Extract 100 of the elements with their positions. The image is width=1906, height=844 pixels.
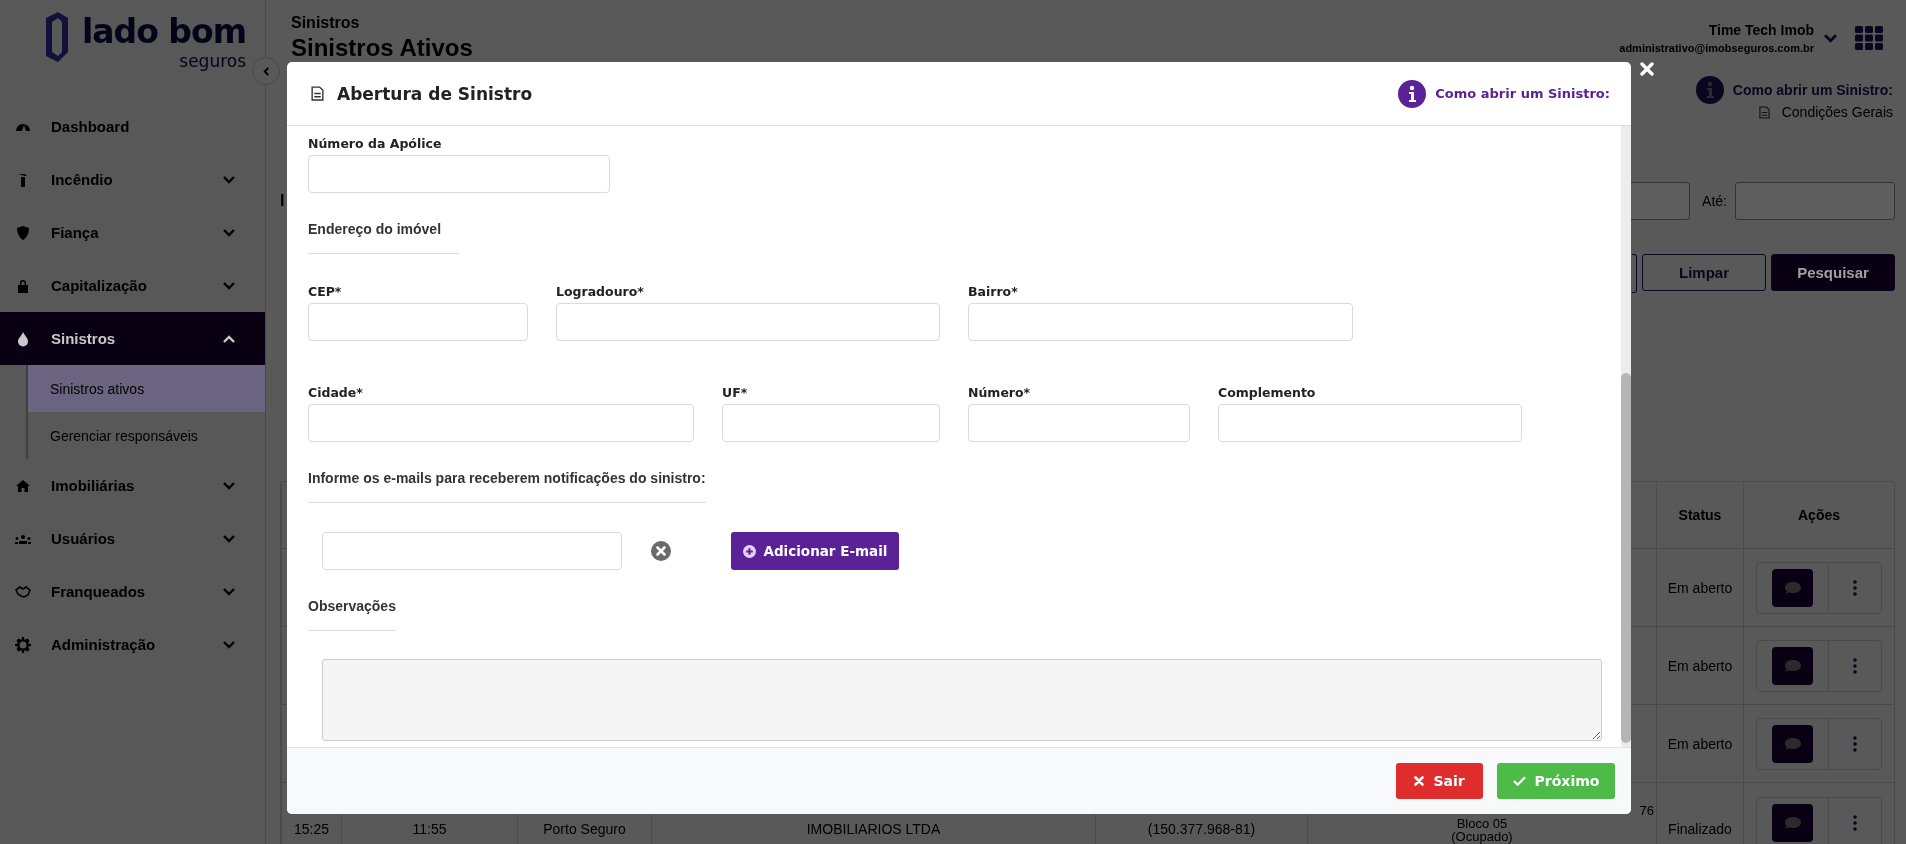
status-cell: Em aberto <box>1667 735 1733 752</box>
document-icon <box>1758 105 1770 119</box>
address-line: (Ocupado) <box>1451 830 1513 843</box>
section-heading: Endereço do imóvel <box>308 221 460 254</box>
field-label: Logradouro* <box>556 284 645 299</box>
speech-bubble-icon <box>1783 736 1802 751</box>
chevron-left-icon <box>262 66 270 76</box>
filter-label: I <box>280 192 285 210</box>
table-cell: 11:55 <box>412 821 447 837</box>
document-link[interactable]: Condições Gerais <box>1781 104 1893 120</box>
text-input[interactable] <box>308 303 528 341</box>
plus-circle-icon <box>742 544 756 558</box>
column-header: Ações <box>1743 482 1894 548</box>
text-input[interactable] <box>968 404 1190 442</box>
comment-button[interactable] <box>1772 646 1813 685</box>
filter-button[interactable]: Limpar <box>1642 254 1766 291</box>
gear-icon <box>15 636 31 653</box>
status-cell: Em aberto <box>1667 657 1733 674</box>
chevron-down-icon <box>223 640 235 649</box>
address-line: Bloco 05 <box>1456 817 1508 830</box>
remove-icon[interactable] <box>651 541 671 561</box>
breadcrumb[interactable]: Sinistros <box>291 14 473 32</box>
table-cell: (150.377.968-81) <box>1147 821 1256 837</box>
exit-button[interactable]: Sair <box>1396 763 1483 799</box>
email-input[interactable] <box>322 532 622 570</box>
table-cell: Porto Seguro <box>543 821 626 837</box>
table-cell: IMOBILIARIOS LTDA <box>806 821 941 837</box>
text-input[interactable] <box>1218 404 1522 442</box>
kebab-icon <box>1853 735 1857 752</box>
notes-textarea[interactable] <box>322 659 1602 741</box>
field-label: Número* <box>968 385 1032 400</box>
logo-tagline: seguros <box>179 52 247 70</box>
sidebar-item[interactable]: Usuários <box>0 512 265 565</box>
info-icon <box>1695 76 1724 104</box>
chevron-down-icon <box>223 175 235 184</box>
chevron-down-icon <box>223 587 235 596</box>
section-heading: Informe os e-mails para receberem notificações do sinistro: <box>308 470 706 503</box>
close-icon[interactable] <box>1640 62 1654 76</box>
next-button[interactable]: Próximo <box>1497 763 1615 799</box>
sidebar-item[interactable]: Incêndio <box>0 153 265 206</box>
kebab-icon <box>1853 815 1857 831</box>
status-cell: Finalizado <box>1668 821 1732 837</box>
help-link[interactable]: Como abrir um Sinistro: <box>1435 86 1610 101</box>
chevron-down-icon <box>223 534 235 543</box>
text-input[interactable] <box>968 303 1353 341</box>
filter-button[interactable] <box>1632 254 1637 293</box>
logo-wordmark: lado bom <box>82 12 247 52</box>
sidebar-item[interactable]: Administração <box>0 618 265 671</box>
filter-button[interactable]: Pesquisar <box>1771 254 1895 291</box>
speech-bubble-icon <box>1783 816 1802 830</box>
sidebar-item[interactable]: Franqueados <box>0 565 265 618</box>
chevron-down-icon[interactable] <box>1824 33 1837 43</box>
field-label: Complemento <box>1218 385 1317 400</box>
chevron-down-icon <box>223 228 235 237</box>
modal-title: Abertura de Sinistro <box>337 83 533 104</box>
speech-bubble-icon <box>1783 580 1802 595</box>
chevron-down-icon <box>223 281 235 290</box>
flame-icon <box>15 330 31 347</box>
text-input[interactable] <box>556 303 940 341</box>
sidebar-item[interactable]: Dashboard <box>0 100 265 153</box>
comment-button[interactable] <box>1772 804 1813 842</box>
field-label: Cidade* <box>308 385 364 400</box>
comment-button[interactable] <box>1772 724 1813 763</box>
page-title: Sinistros Ativos <box>291 34 473 62</box>
submenu-item[interactable]: Gerenciar responsáveis <box>28 412 265 459</box>
kebab-icon <box>1853 657 1857 674</box>
date-to-label: Até: <box>1702 193 1727 209</box>
shield-icon <box>15 224 31 241</box>
text-input[interactable] <box>722 404 940 442</box>
comment-button[interactable] <box>1772 568 1813 607</box>
house-icon <box>15 477 31 494</box>
column-header: Status <box>1656 482 1743 548</box>
sidebar-item[interactable]: Sinistros <box>0 312 265 365</box>
sidebar-item[interactable]: Imobiliárias <box>0 459 265 512</box>
date-to-field[interactable] <box>1735 182 1895 220</box>
field-label: UF* <box>722 385 749 400</box>
status-cell: Em aberto <box>1667 579 1733 596</box>
address-line: 76 <box>1639 804 1654 817</box>
add-email-button[interactable]: Adicionar E-mail <box>731 532 899 570</box>
apps-grid-icon[interactable] <box>1855 26 1883 50</box>
date-from-field[interactable] <box>1629 182 1691 220</box>
text-input[interactable] <box>308 404 694 442</box>
scrollbar[interactable] <box>1621 126 1631 747</box>
sidebar-item[interactable]: Fiança <box>0 206 265 259</box>
field-label: Bairro* <box>968 284 1019 299</box>
kebab-icon <box>1853 579 1857 596</box>
policy-number-input[interactable] <box>308 155 610 193</box>
info-icon <box>1398 79 1427 108</box>
chevron-down-icon <box>223 481 235 490</box>
document-icon <box>311 86 324 101</box>
user-email: administrativo@imobseguros.com.br <box>1619 42 1814 54</box>
submenu-item[interactable]: Sinistros ativos <box>28 365 265 412</box>
field-label: Número da Apólice <box>308 136 442 151</box>
help-link[interactable]: Como abrir um Sinistro: <box>1732 82 1893 98</box>
check-icon <box>1512 776 1526 786</box>
lock-icon <box>15 277 31 294</box>
user-name: Time Tech Imob <box>1708 22 1814 38</box>
chevron-up-icon <box>223 334 235 343</box>
sidebar-item[interactable]: Capitalização <box>0 259 265 312</box>
table-cell: 15:25 <box>293 821 329 837</box>
